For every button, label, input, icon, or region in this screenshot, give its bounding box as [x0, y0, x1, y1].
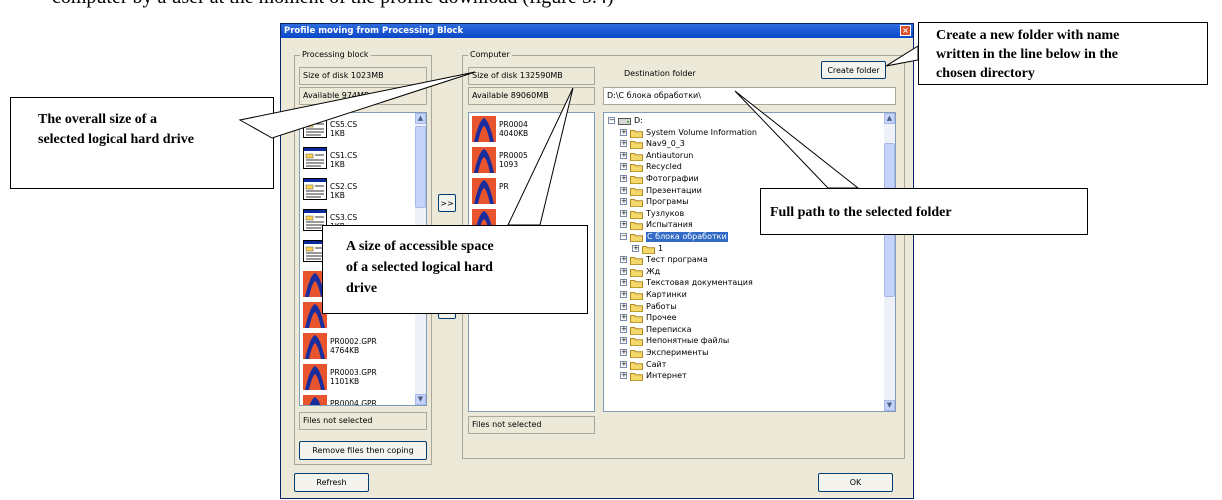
pointer-accessible-space	[507, 87, 574, 226]
pointer-full-path	[734, 90, 860, 189]
pointer-create-folder	[885, 45, 919, 67]
callout-pointers	[238, 45, 919, 226]
pointer-overall-size	[238, 71, 476, 139]
